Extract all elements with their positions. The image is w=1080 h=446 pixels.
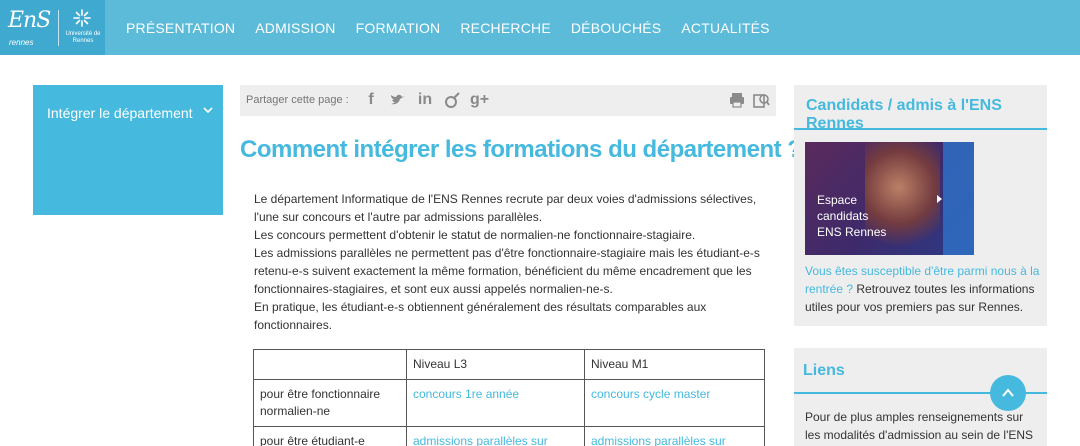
candidats-panel: Candidats / admis à l'ENS Rennes Espace …: [794, 85, 1047, 326]
university-logo-text: Université de Rennes: [65, 31, 101, 44]
banner-line: ENS Rennes: [817, 225, 887, 239]
table-row: pour être fonctionnaire normalien-ne con…: [253, 379, 765, 427]
table-cell: admissions parallèles sur: [406, 426, 585, 446]
banner-pattern: [943, 142, 974, 255]
table-row: pour être étudiant-e admissions parallèl…: [253, 426, 765, 446]
ens-logo-text: EnS: [8, 8, 51, 33]
intro-paragraph: En pratique, les étudiant-e-s obtiennent…: [254, 300, 707, 332]
send-page-icon[interactable]: [752, 91, 770, 109]
candidats-description: Vous êtes susceptible d'être parmi nous …: [805, 262, 1040, 316]
nav-item-actualites[interactable]: ACTUALITÉS: [671, 20, 779, 36]
intro-paragraph: Les concours permettent d'obtenir le sta…: [254, 228, 696, 242]
print-icon[interactable]: [728, 91, 746, 109]
table-cell: concours cycle master: [584, 379, 765, 427]
table-cell: admissions parallèles sur: [584, 426, 765, 446]
table-header-cell: Niveau M1: [584, 349, 765, 380]
sidebar-menu-label: Intégrer le département: [47, 105, 193, 121]
concours-1re-annee-link[interactable]: concours 1re année: [413, 387, 519, 401]
table-cell: pour être étudiant-e: [253, 426, 407, 446]
facebook-icon[interactable]: f: [362, 91, 380, 109]
banner-text: Espace candidats ENS Rennes: [817, 192, 886, 240]
logo-divider: [58, 10, 59, 46]
panel-divider: [794, 128, 1047, 130]
nav-item-presentation[interactable]: PRÉSENTATION: [116, 20, 245, 36]
google-plus-icon[interactable]: g+: [470, 91, 489, 109]
admissions-paralleles-m1-link[interactable]: admissions parallèles sur: [591, 434, 726, 446]
ens-logo-subtext: rennes: [9, 38, 34, 47]
table-header-cell: [253, 349, 407, 380]
admissions-paralleles-l3-link[interactable]: admissions parallèles sur: [413, 434, 548, 446]
twitter-icon[interactable]: [389, 91, 407, 109]
admission-table: Niveau L3 Niveau M1 pour être fonctionna…: [253, 349, 765, 446]
banner-line: candidats: [817, 209, 869, 223]
nav-item-formation[interactable]: FORMATION: [346, 20, 451, 36]
nav-item-admission[interactable]: ADMISSION: [245, 20, 345, 36]
chevron-right-icon: [937, 195, 942, 203]
top-navigation-bar: EnS rennes Université de Rennes PRÉSENTA…: [0, 0, 1080, 55]
table-header-cell: Niveau L3: [406, 349, 585, 380]
viadeo-icon[interactable]: [443, 91, 461, 109]
chevron-up-icon: [1002, 388, 1014, 397]
intro-text: Le département Informatique de l'ENS Ren…: [254, 190, 774, 334]
chevron-down-icon: [203, 107, 213, 114]
espace-candidats-banner[interactable]: Espace candidats ENS Rennes: [805, 142, 974, 255]
share-bar: Partager cette page : f in g+: [240, 85, 776, 116]
university-emblem-icon: [73, 9, 91, 27]
scroll-to-top-button[interactable]: [990, 375, 1026, 411]
sidebar-menu-integrer[interactable]: Intégrer le département: [33, 85, 223, 215]
intro-paragraph: Le département Informatique de l'ENS Ren…: [254, 192, 757, 224]
concours-cycle-master-link[interactable]: concours cycle master: [591, 387, 710, 401]
main-nav: PRÉSENTATION ADMISSION FORMATION RECHERC…: [116, 0, 780, 55]
liens-description: Pour de plus amples renseignements sur l…: [805, 410, 1034, 442]
share-label: Partager cette page :: [246, 94, 349, 106]
table-cell: concours 1re année: [406, 379, 585, 427]
table-header-row: Niveau L3 Niveau M1: [253, 349, 765, 380]
intro-paragraph: Les admissions parallèles ne permettent …: [254, 246, 760, 296]
liens-panel-title: Liens: [803, 362, 845, 379]
nav-item-debouches[interactable]: DÉBOUCHÉS: [561, 20, 671, 36]
page-title: Comment intégrer les formations du dépar…: [240, 136, 802, 163]
banner-line: Espace: [817, 193, 858, 207]
nav-item-recherche[interactable]: RECHERCHE: [450, 20, 560, 36]
table-cell: pour être fonctionnaire normalien-ne: [253, 379, 407, 427]
site-logo[interactable]: EnS rennes Université de Rennes: [0, 0, 105, 55]
linkedin-icon[interactable]: in: [416, 91, 434, 109]
